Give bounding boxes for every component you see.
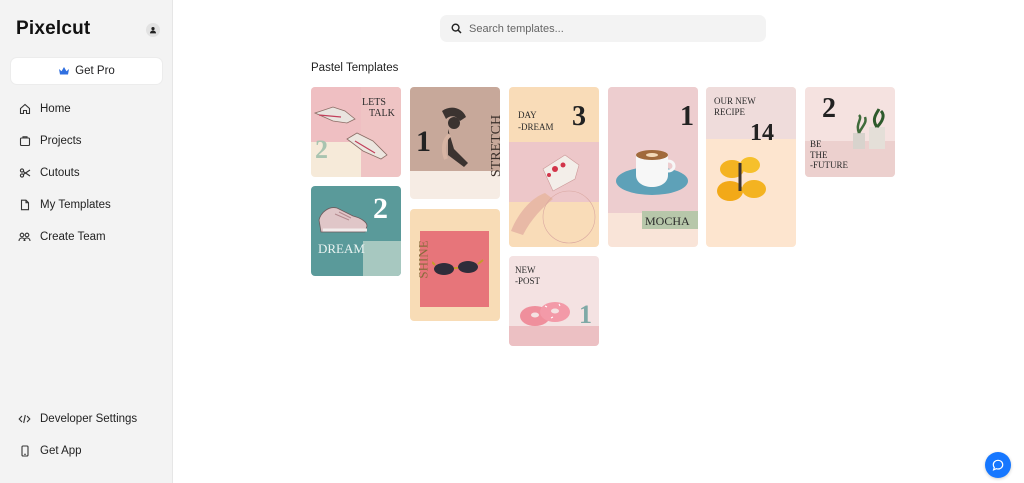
lemon-image <box>717 157 766 201</box>
template-card-lets-talk[interactable]: LETS TALK 2 <box>311 87 401 177</box>
template-card-be-the-future[interactable]: 2 BE THE -FUTURE <box>805 87 895 177</box>
template-card-new-post[interactable]: NEW -POST 1 <box>509 256 599 346</box>
card-title: MOCHA <box>645 214 690 228</box>
card-number: 2 <box>822 93 836 124</box>
card-title: SHINE <box>415 240 431 279</box>
donuts-image <box>520 302 570 326</box>
sidebar-item-label: Cutouts <box>40 167 80 179</box>
get-pro-button[interactable]: Get Pro <box>11 58 162 84</box>
card-title: BE <box>810 139 822 149</box>
search-input[interactable] <box>469 22 749 35</box>
crown-icon <box>59 67 70 75</box>
sidebar-nav: Home Projects Cutouts My Templates Creat… <box>18 93 163 253</box>
home-icon <box>18 103 31 116</box>
card-title: NEW <box>515 265 536 275</box>
sunglasses-image <box>432 259 484 275</box>
card-title: THE <box>810 150 828 160</box>
scissors-icon <box>18 167 31 180</box>
template-card-day-dream[interactable]: DAY -DREAM 3 <box>509 87 599 247</box>
card-title: STRETCH <box>489 114 500 178</box>
search-bar[interactable] <box>440 15 766 42</box>
sidebar-item-developer-settings[interactable]: Developer Settings <box>18 403 163 435</box>
coffee-cup-image <box>616 150 688 195</box>
sidebar-item-label: Developer Settings <box>40 413 138 425</box>
card-number: 14 <box>750 120 774 146</box>
card-title: DREAM <box>318 241 365 256</box>
card-title: OUR NEW <box>714 96 756 106</box>
template-card-dream[interactable]: 2 DREAM <box>311 186 401 276</box>
profile-button[interactable] <box>146 23 160 37</box>
code-icon <box>18 413 31 426</box>
card-number: 3 <box>572 101 586 132</box>
card-number: 1 <box>416 125 431 158</box>
sidebar-bottom-nav: Developer Settings Get App <box>18 403 163 467</box>
card-title: -POST <box>515 276 541 286</box>
card-number: 2 <box>315 135 328 164</box>
card-number: 1 <box>579 300 592 329</box>
folder-icon <box>18 135 31 148</box>
sneaker-image <box>318 207 368 233</box>
sidebar-item-home[interactable]: Home <box>18 93 163 125</box>
plants-image <box>853 108 885 149</box>
sidebar-item-label: Get App <box>40 445 82 457</box>
get-pro-label: Get Pro <box>75 65 115 77</box>
sidebar-item-get-app[interactable]: Get App <box>18 435 163 467</box>
user-icon <box>149 27 157 34</box>
card-title: -DREAM <box>518 122 554 132</box>
template-card-shine[interactable]: SHINE <box>410 209 500 321</box>
chat-icon <box>992 459 1004 471</box>
card-title: LETS <box>362 97 386 108</box>
card-title: DAY <box>518 110 537 120</box>
sidebar-item-cutouts[interactable]: Cutouts <box>18 157 163 189</box>
sidebar-item-create-team[interactable]: Create Team <box>18 221 163 253</box>
sidebar-item-label: Projects <box>40 135 82 147</box>
card-title: RECIPE <box>714 107 746 117</box>
sidebar-item-label: Create Team <box>40 231 106 243</box>
document-icon <box>18 199 31 212</box>
sidebar-item-my-templates[interactable]: My Templates <box>18 189 163 221</box>
card-title: -FUTURE <box>810 160 848 170</box>
sidebar-item-label: My Templates <box>40 199 111 211</box>
section-title: Pastel Templates <box>311 62 399 74</box>
search-icon <box>451 23 462 34</box>
card-number: 1 <box>680 101 694 132</box>
sidebar: Pixelcut Get Pro Home Projects Cutouts M… <box>0 0 173 483</box>
template-card-our-new-recipe[interactable]: OUR NEW RECIPE 14 <box>706 87 796 247</box>
app-logo[interactable]: Pixelcut <box>16 18 90 40</box>
card-number: 2 <box>373 192 388 225</box>
phone-icon <box>18 445 31 458</box>
cake-hand-image <box>511 154 596 244</box>
template-card-mocha[interactable]: 1 MOCHA <box>608 87 698 247</box>
template-card-stretch[interactable]: 1 STRETCH <box>410 87 500 199</box>
sidebar-item-projects[interactable]: Projects <box>18 125 163 157</box>
team-icon <box>18 231 31 244</box>
sidebar-item-label: Home <box>40 103 71 115</box>
card-bg-block <box>363 241 401 276</box>
card-title: TALK <box>369 108 395 119</box>
help-chat-button[interactable] <box>985 452 1011 478</box>
